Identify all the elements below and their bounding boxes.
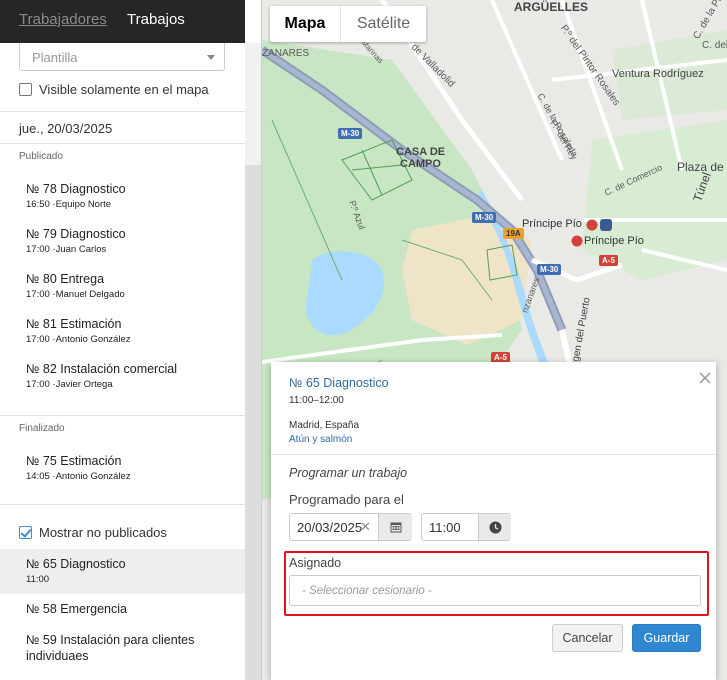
road-badge-m30: M-30 — [338, 128, 363, 139]
job-time: 11:00 — [26, 574, 50, 585]
map-label-principe-pio-1: Príncipe Pío — [522, 218, 582, 230]
list-item[interactable]: № 79 Diagnostico 17:00 ·Juan Carlos — [26, 226, 236, 255]
save-button[interactable]: Guardar — [632, 624, 701, 652]
scrollbar-track — [245, 43, 261, 165]
job-title: № 75 Estimación — [26, 454, 122, 468]
job-title: № 65 Diagnostico — [26, 557, 126, 571]
popup-schedule-heading: Programar un trabajo — [289, 466, 408, 480]
divider — [0, 415, 245, 416]
road-badge-19a: 19A — [503, 228, 524, 239]
map-label-casa-de-campo-1: CASA DE — [396, 146, 446, 158]
job-title: № 78 Diagnostico — [26, 182, 126, 196]
tab-trabajadores[interactable]: Trabajadores — [19, 11, 107, 28]
visible-on-map-label: Visible solamente en el mapa — [39, 82, 209, 97]
sidebar: Trabajadores Trabajos Plantilla Visible … — [0, 0, 262, 680]
calendar-icon — [390, 522, 401, 533]
list-item[interactable]: № 58 Emergencia — [26, 601, 236, 617]
visible-on-map-checkbox[interactable] — [19, 83, 32, 96]
metro-icon — [586, 219, 612, 231]
section-title-finished: Finalizado — [19, 423, 65, 434]
show-unpublished-label: Mostrar no publicados — [39, 525, 167, 540]
template-select-placeholder: Plantilla — [32, 50, 78, 65]
scrollbar-thumb[interactable] — [245, 165, 261, 680]
calendar-button[interactable] — [378, 514, 412, 540]
sidebar-tabbar: Trabajadores Trabajos — [0, 0, 245, 43]
divider — [0, 143, 245, 144]
popup-time-range: 11:00–12:00 — [289, 395, 344, 406]
job-meta: 17:00 ·Manuel Delgado — [26, 289, 125, 300]
assignee-select-placeholder: - Seleccionar cesionario - — [302, 585, 432, 597]
map-type-control: Mapa Satélite — [270, 6, 426, 42]
tab-trabajos[interactable]: Trabajos — [127, 11, 185, 28]
job-meta: 16:50 ·Equipo Norte — [26, 199, 112, 210]
section-title-published: Publicado — [19, 151, 63, 162]
job-title: № 82 Instalación comercial — [26, 362, 177, 376]
popup-place: Madrid, España — [289, 420, 360, 431]
list-item[interactable]: № 75 Estimación 14:05 ·Antonio González — [26, 453, 236, 482]
job-title: № 80 Entrega — [26, 272, 105, 286]
assignee-select[interactable]: - Seleccionar cesionario - — [289, 575, 701, 606]
map-label-tutor: C. del Tutor — [702, 40, 727, 51]
list-item[interactable]: № 59 Instalación para clientes individua… — [26, 632, 206, 664]
job-title: № 79 Diagnostico — [26, 227, 126, 241]
map-label-principe-pio-2: Príncipe Pío — [584, 235, 644, 247]
date-input[interactable]: 20/03/2025 ✕ — [289, 513, 412, 541]
list-item[interactable]: № 65 Diagnostico 11:00 — [26, 556, 236, 585]
clock-button[interactable] — [478, 514, 511, 540]
map-type-satellite-button[interactable]: Satélite — [341, 6, 426, 42]
cancel-button[interactable]: Cancelar — [552, 624, 623, 652]
list-item[interactable]: № 80 Entrega 17:00 ·Manuel Delgado — [26, 271, 236, 300]
list-item[interactable]: № 82 Instalación comercial 17:00 ·Javier… — [26, 361, 236, 390]
clock-icon — [489, 521, 501, 533]
road-badge-a5: A-5 — [599, 255, 618, 266]
job-meta: 14:05 ·Antonio González — [26, 471, 131, 482]
time-input-value: 11:00 — [429, 520, 461, 535]
date-input-value: 20/03/2025 — [297, 520, 363, 535]
chevron-down-icon — [207, 55, 215, 60]
road-badge-m30: M-30 — [472, 212, 497, 223]
close-icon[interactable] — [698, 371, 712, 385]
job-title: № 81 Estimación — [26, 317, 122, 331]
template-select[interactable]: Plantilla — [19, 43, 225, 71]
show-unpublished-row[interactable]: Mostrar no publicados — [19, 525, 167, 540]
visible-on-map-row[interactable]: Visible solamente en el mapa — [19, 82, 209, 97]
list-item[interactable]: № 81 Estimación 17:00 ·Antonio González — [26, 316, 236, 345]
popup-client-link[interactable]: Atún y salmón — [289, 434, 352, 445]
divider — [0, 504, 245, 505]
clear-icon[interactable]: ✕ — [360, 519, 371, 535]
current-date: jue., 20/03/2025 — [19, 121, 113, 136]
show-unpublished-checkbox[interactable] — [19, 526, 32, 539]
map-label-casa-de-campo-2: CAMPO — [400, 158, 441, 170]
road-badge-m30: M-30 — [537, 264, 562, 275]
map-label-arguelles: ARGÜELLES — [514, 0, 589, 14]
assigned-label: Asignado — [289, 556, 342, 570]
job-title: № 58 Emergencia — [26, 602, 127, 616]
time-input[interactable]: 11:00 — [421, 513, 511, 541]
job-meta: 17:00 ·Antonio González — [26, 334, 131, 345]
job-meta: 17:00 ·Juan Carlos — [26, 244, 107, 255]
map-type-map-button[interactable]: Mapa — [270, 6, 341, 42]
map-label-ventura: Ventura Rodríguez — [612, 68, 704, 80]
popup-job-title-link[interactable]: № 65 Diagnostico — [289, 376, 389, 390]
metro-icon — [571, 235, 583, 247]
list-item[interactable]: № 78 Diagnostico 16:50 ·Equipo Norte — [26, 181, 236, 210]
popup-scheduled-for-label: Programado para el — [289, 492, 404, 507]
divider — [0, 111, 245, 112]
divider — [271, 454, 716, 455]
job-title: № 59 Instalación para clientes individua… — [26, 633, 195, 663]
job-meta: 17:00 ·Javier Ortega — [26, 379, 113, 390]
map-label-zanares: ZANARES — [262, 48, 310, 59]
